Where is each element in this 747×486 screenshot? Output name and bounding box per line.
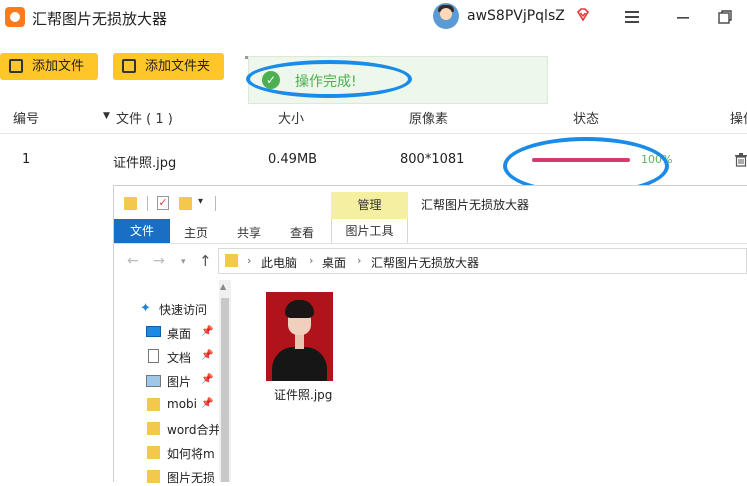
breadcrumb-folder[interactable]: 汇帮图片无损放大器 [371,254,479,271]
add-folder-icon [122,59,136,73]
folder-icon[interactable] [124,197,137,210]
ribbon-tabs [114,219,747,244]
nav-item-mobi[interactable]: mobi [167,397,200,411]
vip-diamond-icon[interactable] [576,8,590,22]
back-arrow-icon[interactable]: ← [127,253,139,269]
add-file-icon [9,59,23,73]
manage-context-tab[interactable]: 管理 [331,192,408,219]
row-filename: 证件照.jpg [113,156,177,171]
address-bar[interactable] [218,248,747,274]
add-folder-button[interactable]: 添加文件夹 [113,53,224,80]
tab-share[interactable]: 共享 [237,224,261,241]
user-avatar[interactable] [433,3,459,29]
nav-item-documents[interactable]: 文档 [167,349,191,366]
pin-icon[interactable]: 📌 [201,350,213,361]
scroll-up-icon[interactable]: ▲ [220,282,226,291]
tab-home[interactable]: 主页 [184,224,208,241]
header-pixels: 原像素 [409,112,449,127]
header-size: 大小 [278,112,305,127]
folder-icon [147,422,160,435]
properties-icon[interactable]: ✓ [157,196,169,210]
menu-icon[interactable] [620,6,644,28]
username[interactable]: awS8PVjPqlsZ [467,8,565,24]
star-icon: ✦ [140,301,151,316]
row-index: 1 [22,152,31,167]
row-size: 0.49MB [268,152,318,167]
header-index: 编号 [13,112,40,127]
nav-quick-access[interactable]: 快速访问 [159,301,207,318]
breadcrumb-this-pc[interactable]: 此电脑 [261,254,297,271]
customize-toolbar-icon[interactable]: ▾ [198,196,203,207]
address-folder-icon [225,254,238,267]
pin-icon[interactable]: 📌 [201,326,213,337]
pictures-icon [146,375,161,387]
add-file-button[interactable]: 添加文件 [0,53,98,80]
nav-item-howto[interactable]: 如何将m [167,445,219,462]
nav-item-imgtool[interactable]: 图片无损 [167,469,219,486]
nav-item-word[interactable]: word合并 [167,421,219,438]
chevron-right-icon[interactable]: › [247,254,251,267]
document-icon [148,349,159,363]
app-title: 汇帮图片无损放大器 [32,10,168,28]
nav-item-pictures[interactable]: 图片 [167,373,191,390]
tab-view[interactable]: 查看 [290,224,314,241]
desktop-icon [146,326,161,337]
scrollbar-thumb[interactable] [221,298,229,482]
recent-dropdown-icon[interactable]: ▾ [181,257,186,267]
pin-icon[interactable]: 📌 [201,398,213,409]
qa-separator [215,196,216,211]
forward-arrow-icon[interactable]: → [153,253,165,269]
breadcrumb-desktop[interactable]: 桌面 [322,254,346,271]
maximize-icon[interactable] [713,6,737,28]
chevron-right-icon[interactable]: › [309,254,313,267]
header-file[interactable]: 文件 ( 1 ) [116,108,173,127]
qa-separator [147,196,148,211]
highlight-annotation [246,60,412,98]
nav-item-desktop[interactable]: 桌面 [167,325,191,342]
header-status: 状态 [573,112,600,127]
folder-icon [147,446,160,459]
sort-caret-icon[interactable]: ▼ [103,111,110,121]
row-pixels: 800*1081 [400,152,465,167]
header-action: 操作 [730,112,747,127]
new-folder-icon[interactable] [179,197,192,210]
chevron-right-icon[interactable]: › [357,254,361,267]
tab-file[interactable]: 文件 [114,219,170,243]
trash-icon[interactable] [735,153,747,167]
explorer-title: 汇帮图片无损放大器 [421,198,530,212]
file-thumbnail[interactable] [266,292,333,381]
file-name-label[interactable]: 证件照.jpg [274,386,332,403]
header-divider [0,133,747,134]
up-arrow-icon[interactable]: ↑ [199,252,212,270]
tab-picture-tools[interactable]: 图片工具 [331,219,408,243]
folder-icon [147,398,160,411]
pin-icon[interactable]: 📌 [201,374,213,385]
folder-icon [147,470,160,483]
app-logo-icon [5,7,25,27]
minimize-icon[interactable] [671,6,695,28]
